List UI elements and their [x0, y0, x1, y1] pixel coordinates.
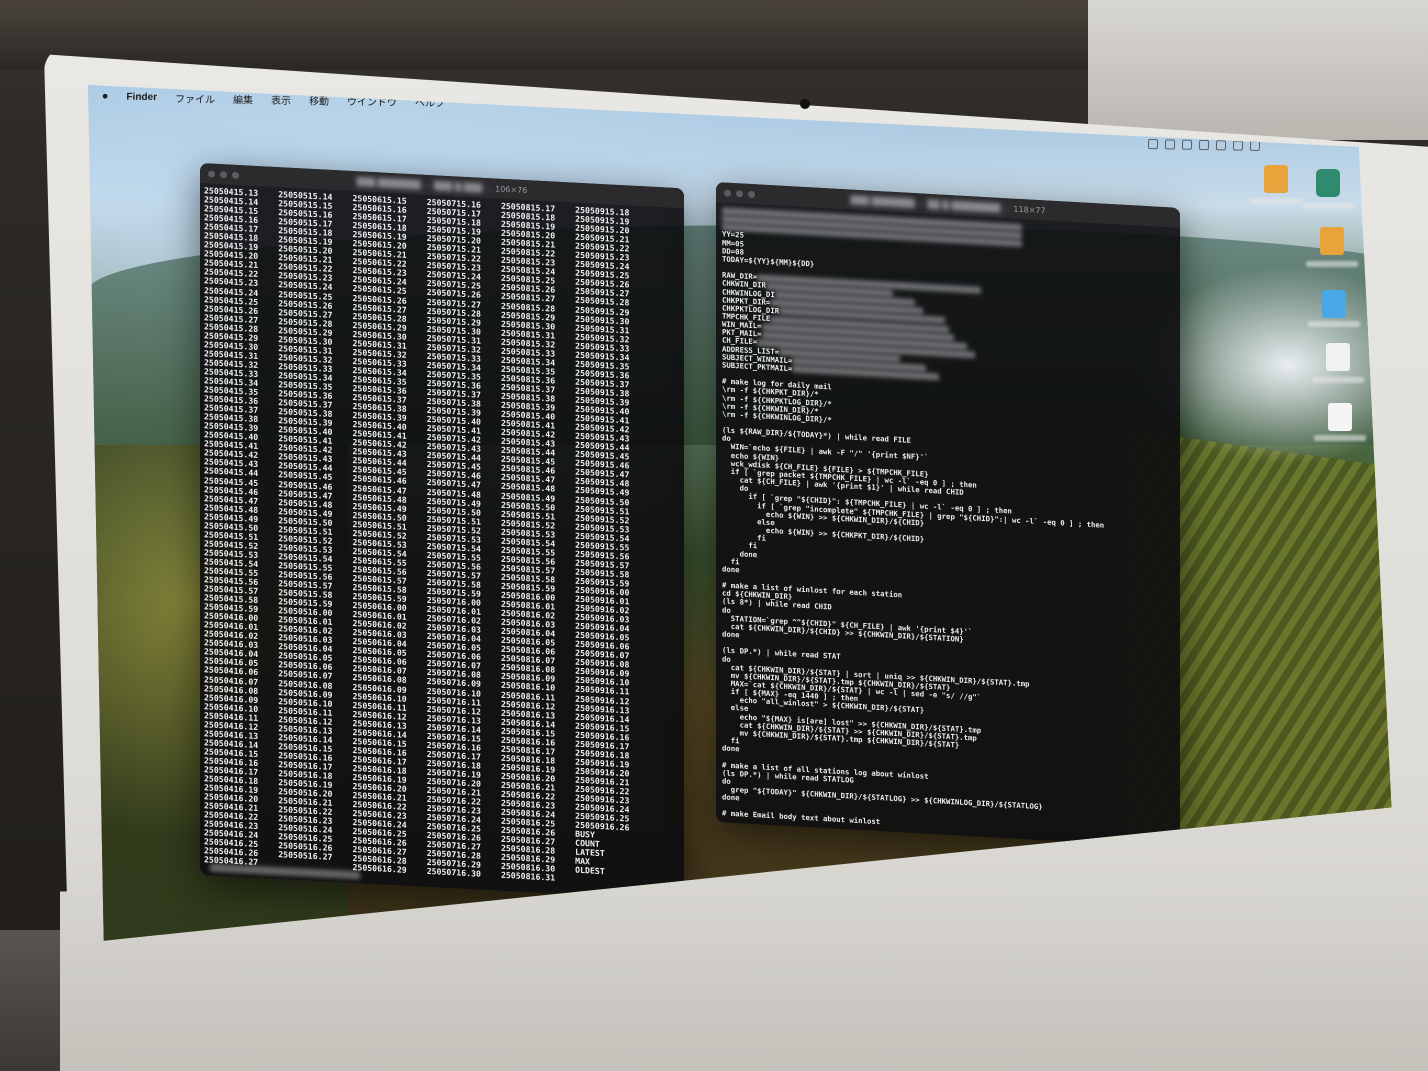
document-icon[interactable]: [1328, 403, 1352, 431]
apple-menu-icon[interactable]: ●: [102, 90, 109, 102]
desktop-icon-label: [1308, 321, 1360, 327]
output-column: 25050415.13 25050415.14 25050415.15 2505041…: [204, 185, 258, 867]
folder-icon[interactable]: [1322, 290, 1346, 318]
terminal-output: 25050415.13 25050415.14 25050415.15 2505041…: [200, 183, 684, 890]
desktop-icon-label: [1306, 261, 1358, 267]
menu-edit[interactable]: 編集: [233, 91, 253, 106]
menu-file[interactable]: ファイル: [175, 90, 215, 106]
desktop-icon-label: [1250, 198, 1302, 204]
desktop-file-icon[interactable]: [1320, 227, 1344, 255]
output-line: 25050816.31: [500, 870, 556, 884]
terminal-dimensions: 118×77: [1013, 204, 1046, 215]
document-icon[interactable]: [1326, 343, 1350, 371]
output-column: 25050915.18 25050915.19 25050915.20 2505091…: [575, 205, 629, 887]
desktop-icon-label: [1302, 203, 1354, 209]
output-line: 25050516.27: [278, 849, 333, 863]
desktop-icon-label: [1312, 377, 1364, 383]
time-machine-icon[interactable]: [1316, 169, 1340, 197]
cabinet: [1088, 0, 1428, 140]
code-text: done: [722, 743, 740, 754]
status-icon[interactable]: [1164, 139, 1176, 150]
search-icon[interactable]: [1232, 140, 1244, 151]
code-text: done: [722, 564, 740, 575]
bluetooth-icon[interactable]: [1198, 139, 1210, 151]
script-source: YY=25 MM=05 DD=08 TODAY=${YY}${MM}${DD} RAW_…: [716, 202, 1180, 848]
terminal-window-left[interactable]: ███ ███████ — ███ █ ███ — 106×76 2505041…: [200, 163, 684, 901]
terminal-dimensions: 106×76: [495, 183, 528, 195]
desktop-file-icon[interactable]: [1264, 165, 1288, 193]
control-center-icon[interactable]: [1249, 140, 1261, 151]
menu-app-name[interactable]: Finder: [126, 91, 157, 102]
output-column: 25050615.15 25050615.16 25050615.17 2505061…: [352, 193, 407, 876]
output-column: 25050815.17 25050815.18 25050815.19 2505081…: [500, 201, 556, 884]
screen: ● Finder ファイル 編集 表示 移動 ウインドウ ヘルプ ███ ███…: [88, 85, 1392, 941]
output-line: 25050716.30: [426, 866, 481, 880]
camera-icon: [800, 99, 810, 109]
wifi-icon[interactable]: [1215, 140, 1227, 151]
output-column: 25050515.14 25050515.15 25050515.16 2505051…: [278, 189, 333, 871]
terminal-window-right[interactable]: ███ ███████ — ██ █ ████████ — 118×77 YY=…: [716, 182, 1180, 848]
output-column: 25050715.16 25050715.17 25050715.18 2505071…: [426, 197, 481, 880]
desktop-icon-label: [1314, 435, 1366, 441]
code-text: done: [722, 792, 740, 803]
status-icon[interactable]: [1181, 139, 1193, 150]
status-icon[interactable]: [1147, 139, 1159, 150]
code-text: done: [722, 629, 740, 640]
output-line: OLDEST: [575, 865, 605, 877]
output-line: 25050616.29: [352, 862, 407, 876]
